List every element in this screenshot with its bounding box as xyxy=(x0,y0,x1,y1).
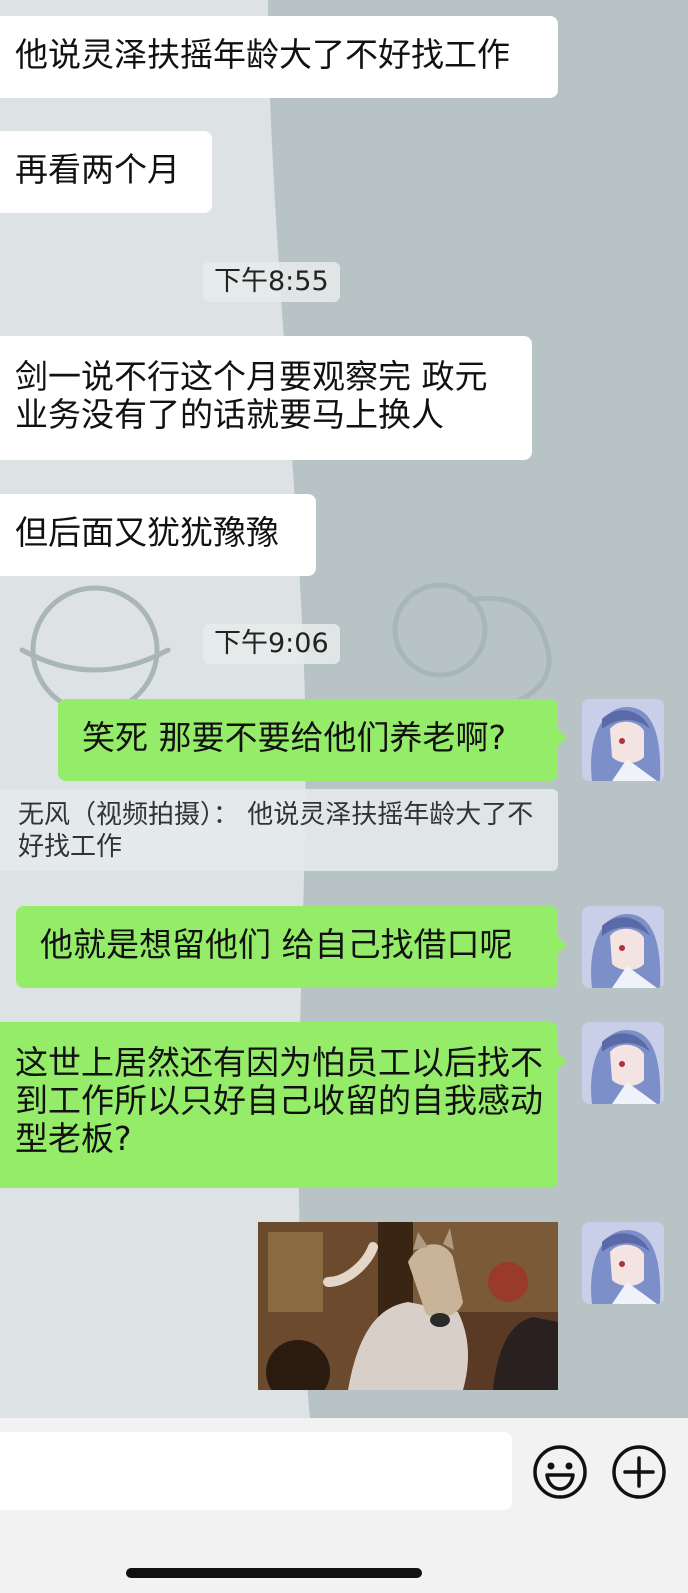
anime-avatar-icon xyxy=(582,1022,664,1104)
plus-circle-icon xyxy=(612,1445,666,1499)
home-indicator[interactable] xyxy=(126,1568,422,1578)
timestamp: 下午8:55 xyxy=(203,262,340,302)
quoted-message[interactable]: 无风（视频拍摄）： 他说灵泽扶摇年龄大了不好找工作 xyxy=(0,789,558,871)
message-outgoing[interactable]: 他就是想留他们 给自己找借口呢 xyxy=(16,906,567,988)
anime-avatar-icon xyxy=(582,1222,664,1304)
emoji-button[interactable] xyxy=(532,1444,588,1500)
message-outgoing[interactable]: 笑死 那要不要给他们养老啊? xyxy=(58,699,567,781)
smiley-icon xyxy=(533,1445,587,1499)
message-incoming[interactable]: 剑一说不行这个月要观察完 政元业务没有了的话就要马上换人 xyxy=(0,336,532,460)
sticker-image[interactable] xyxy=(258,1222,558,1390)
avatar[interactable] xyxy=(582,699,664,781)
chat-area[interactable]: 他说灵泽扶摇年龄大了不好找工作 再看两个月 下午8:55 剑一说不行这个月要观察… xyxy=(0,0,688,1418)
anime-avatar-icon xyxy=(582,906,664,988)
message-incoming[interactable]: 但后面又犹犹豫豫 xyxy=(0,494,316,576)
message-input[interactable] xyxy=(0,1432,512,1510)
message-incoming[interactable]: 他说灵泽扶摇年龄大了不好找工作 xyxy=(0,16,558,98)
avatar[interactable] xyxy=(582,906,664,988)
anime-avatar-icon xyxy=(582,699,664,781)
avatar[interactable] xyxy=(582,1222,664,1304)
horse-mask-gif xyxy=(258,1222,558,1390)
avatar[interactable] xyxy=(582,1022,664,1104)
timestamp: 下午9:06 xyxy=(203,624,340,664)
message-incoming[interactable]: 再看两个月 xyxy=(0,131,212,213)
message-outgoing[interactable]: 这世上居然还有因为怕员工以后找不到工作所以只好自己收留的自我感动型老板? xyxy=(0,1022,567,1188)
input-bar xyxy=(0,1418,688,1593)
plus-button[interactable] xyxy=(611,1444,667,1500)
